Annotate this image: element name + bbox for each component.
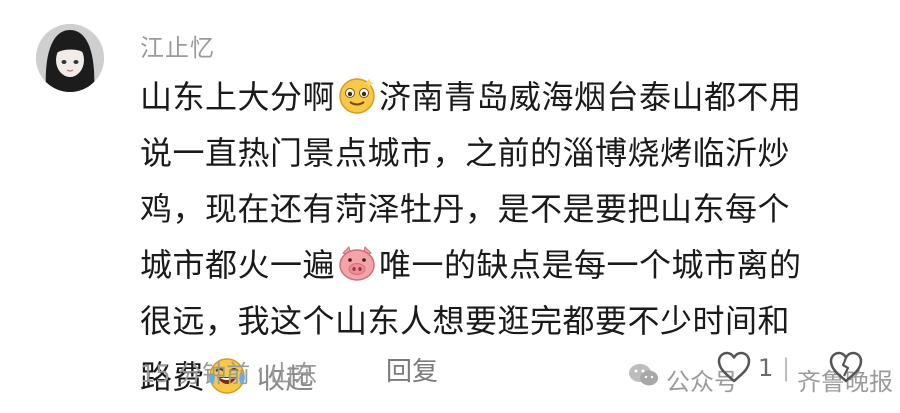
meta-separator: ·	[256, 357, 264, 385]
comment-time: 15 分钟前	[140, 359, 251, 388]
broken-heart-icon[interactable]	[828, 350, 864, 388]
comment-meta: 15 分钟前 · 山东	[140, 351, 318, 391]
starry-eyed-emoji-icon	[337, 75, 377, 115]
pig-emoji-icon	[337, 243, 377, 283]
wechat-icon	[628, 362, 660, 392]
comment-line-1: 山东上大分啊 济南青岛威海烟台泰山都不用	[140, 69, 870, 125]
comment-line-4: 城市都火一遍 唯一的缺点是每一个城市离的	[140, 237, 870, 293]
divider: |	[782, 354, 791, 382]
like-count: 1	[758, 354, 774, 382]
comment-line-2: 说一直热门景点城市，之前的淄博烧烤临沂炒	[140, 134, 791, 172]
username[interactable]: 江止忆	[140, 28, 215, 63]
heart-icon[interactable]	[716, 350, 752, 388]
comment-line-5: 很远，我这个山东人想要逛完都要不少时间和	[140, 302, 791, 340]
reply-button[interactable]: 回复	[386, 351, 438, 388]
avatar[interactable]	[36, 24, 104, 92]
comment-location: 山东	[269, 359, 318, 388]
comment-line-3: 鸡，现在还有菏泽牡丹，是不是要把山东每个	[140, 190, 791, 228]
